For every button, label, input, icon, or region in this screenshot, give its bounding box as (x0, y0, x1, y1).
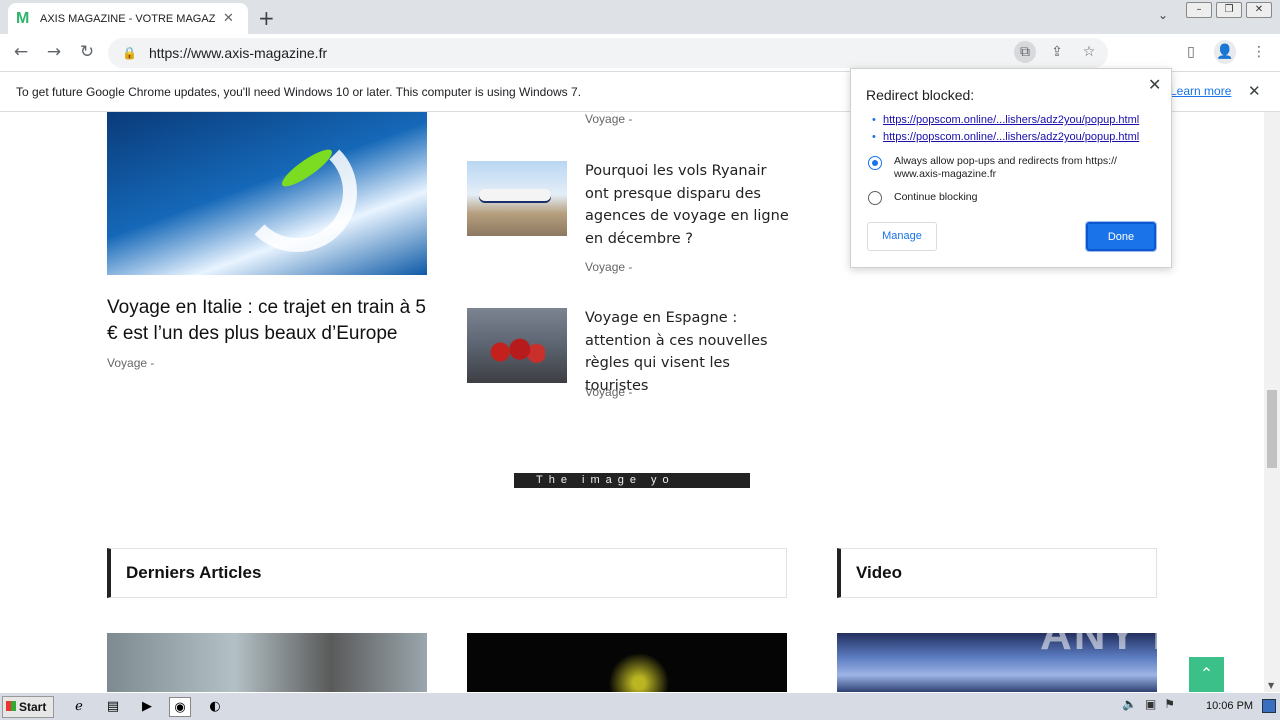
lock-icon[interactable]: 🔒 (122, 46, 137, 60)
url-text[interactable]: https://www.axis-magazine.fr (149, 45, 327, 61)
window-controls: – ❐ ✕ (1186, 2, 1272, 18)
hero-article-title[interactable]: Voyage en Italie : ce trajet en train à … (107, 295, 437, 347)
scroll-to-top-button[interactable]: ⌃ (1189, 657, 1224, 692)
popup-blocked-icon[interactable]: ⧉ (1014, 41, 1036, 63)
redirect-blocked-dialog: Redirect blocked: ✕ https://popscom.onli… (850, 68, 1172, 268)
hero-article-meta: Voyage - (107, 356, 155, 370)
anyrun-watermark: ANY RUN (1040, 610, 1254, 659)
latest-article-thumb-1[interactable] (107, 633, 427, 692)
page-scrollbar[interactable]: ▼ (1264, 112, 1280, 692)
plane-shape (479, 189, 551, 201)
address-bar[interactable]: 🔒 https://www.axis-magazine.fr ⧉ ⇪ ☆ (108, 38, 1108, 68)
tab-search-icon[interactable]: ⌄ (1158, 8, 1168, 22)
scrollbar-thumb[interactable] (1267, 390, 1277, 468)
article-meta-espagne: Voyage - (585, 385, 633, 399)
wave-shape (237, 132, 357, 252)
omnibox-actions: ⧉ ⇪ ☆ (1014, 41, 1100, 63)
scroll-down-icon[interactable]: ▼ (1268, 681, 1274, 690)
browser-tab[interactable]: M AXIS MAGAZINE - VOTRE MAGAZINE ✕ (8, 3, 248, 34)
espagne-article-image[interactable] (467, 308, 567, 383)
system-tray: 🔈 ▣ ⚑ (1122, 697, 1175, 711)
allow-radio-label[interactable]: Always allow pop-ups and redirects from … (894, 155, 1154, 181)
site-favicon: M (16, 9, 30, 27)
ie-icon[interactable]: ℯ (68, 697, 90, 717)
flag-icon[interactable]: ⚑ (1164, 697, 1175, 711)
browser-toolbar: ← → ↻ 🔒 https://www.axis-magazine.fr ⧉ ⇪… (0, 34, 1280, 72)
show-desktop-button[interactable] (1262, 699, 1276, 713)
infobar-message: To get future Google Chrome updates, you… (16, 84, 582, 99)
hero-surf-image[interactable] (107, 112, 427, 275)
start-button[interactable]: Start (2, 696, 54, 718)
broken-ad-image[interactable]: The image yo (514, 473, 750, 488)
tab-title: AXIS MAGAZINE - VOTRE MAGAZINE (40, 12, 215, 25)
done-button[interactable]: Done (1085, 221, 1157, 252)
manage-button[interactable]: Manage (867, 222, 937, 251)
chrome-taskbar-icon[interactable]: ◉ (169, 697, 191, 717)
back-icon[interactable]: ← (10, 42, 32, 62)
profile-avatar-icon[interactable]: 👤 (1214, 40, 1236, 64)
ornaments-shape (489, 338, 545, 366)
ryanair-article-image[interactable] (467, 161, 567, 236)
allow-radio[interactable] (868, 156, 882, 170)
blocked-link-1[interactable]: https://popscom.online/...lishers/adz2yo… (872, 114, 1139, 126)
dialog-title: Redirect blocked: (866, 87, 975, 103)
block-radio[interactable] (868, 191, 882, 205)
previous-article-meta: Voyage - (585, 112, 633, 126)
dialog-close-icon[interactable]: ✕ (1148, 75, 1161, 95)
block-radio-label[interactable]: Continue blocking (894, 191, 1154, 204)
reload-icon[interactable]: ↻ (76, 42, 98, 62)
new-tab-button[interactable]: + (258, 6, 275, 30)
article-title-ryanair[interactable]: Pourquoi les vols Ryanair ont presque di… (585, 160, 790, 250)
article-meta-ryanair: Voyage - (585, 260, 633, 274)
network-icon[interactable]: ▣ (1145, 697, 1156, 711)
taskbar-clock[interactable]: 10:06 PM (1206, 700, 1253, 712)
section-heading-latest: Derniers Articles (107, 548, 787, 598)
infobar-close-icon[interactable]: ✕ (1248, 82, 1261, 100)
bookmark-star-icon[interactable]: ☆ (1078, 41, 1100, 63)
edge-icon[interactable]: ◐ (204, 697, 226, 717)
share-icon[interactable]: ⇪ (1046, 41, 1068, 63)
toolbar-right: ▯ 👤 ⋮ (1180, 40, 1270, 64)
section-heading-video: Video (837, 548, 1157, 598)
tab-close-icon[interactable]: ✕ (223, 11, 234, 26)
blocked-link-2[interactable]: https://popscom.online/...lishers/adz2yo… (872, 131, 1139, 143)
maximize-button[interactable]: ❐ (1216, 2, 1242, 18)
close-window-button[interactable]: ✕ (1246, 2, 1272, 18)
article-title-espagne[interactable]: Voyage en Espagne : attention à ces nouv… (585, 307, 790, 397)
explorer-folder-icon[interactable]: ▤ (102, 697, 124, 717)
tab-strip: M AXIS MAGAZINE - VOTRE MAGAZINE ✕ + ⌄ –… (0, 0, 1280, 34)
forward-icon[interactable]: → (43, 42, 65, 62)
side-panel-icon[interactable]: ▯ (1180, 40, 1202, 64)
menu-kebab-icon[interactable]: ⋮ (1248, 40, 1270, 64)
latest-article-thumb-2[interactable] (467, 633, 787, 692)
minimize-button[interactable]: – (1186, 2, 1212, 18)
volume-icon[interactable]: 🔈 (1122, 697, 1137, 711)
media-player-icon[interactable]: ▶ (136, 697, 158, 717)
learn-more-link[interactable]: Learn more (1170, 84, 1231, 98)
windows-taskbar: Start ℯ ▤ ▶ ◉ ◐ 🔈 ▣ ⚑ 10:06 PM (0, 692, 1280, 720)
